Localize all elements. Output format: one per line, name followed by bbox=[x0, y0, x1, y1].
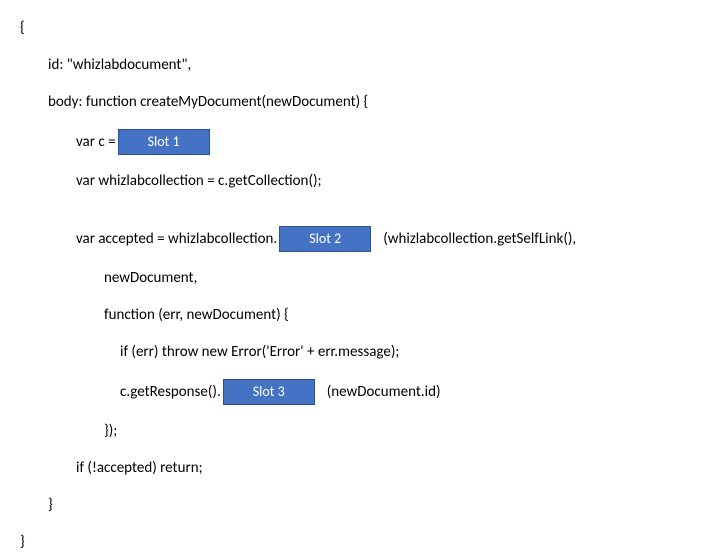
code-text: (newDocument.id) bbox=[327, 382, 441, 403]
code-line: { bbox=[20, 18, 696, 39]
code-line: newDocument, bbox=[20, 268, 696, 289]
code-line: } bbox=[20, 495, 696, 516]
code-text: }); bbox=[104, 421, 117, 442]
code-line: }); bbox=[20, 421, 696, 442]
code-text: (whizlabcollection.getSelfLink(), bbox=[383, 229, 576, 250]
code-text: newDocument, bbox=[104, 268, 197, 289]
code-text: } bbox=[48, 495, 53, 516]
code-text: { bbox=[20, 18, 25, 39]
code-text: var c = bbox=[76, 132, 116, 153]
slot-1[interactable]: Slot 1 bbox=[118, 129, 210, 155]
code-line: var c = Slot 1 bbox=[20, 129, 696, 155]
code-line: c.getResponse(). Slot 3 (newDocument.id) bbox=[20, 379, 696, 405]
code-line: id: "whizlabdocument", bbox=[20, 55, 696, 76]
code-line: if (!accepted) return; bbox=[20, 458, 696, 479]
code-block: { id: "whizlabdocument", body: function … bbox=[20, 18, 696, 553]
slot-3[interactable]: Slot 3 bbox=[223, 379, 315, 405]
code-text: if (!accepted) return; bbox=[76, 458, 203, 479]
code-text: var accepted = whizlabcollection. bbox=[76, 229, 277, 250]
code-text: c.getResponse(). bbox=[120, 382, 221, 403]
code-text: if (err) throw new Error('Error' + err.m… bbox=[120, 342, 399, 363]
slot-2[interactable]: Slot 2 bbox=[279, 226, 371, 252]
code-text: } bbox=[20, 532, 25, 553]
code-line: } bbox=[20, 532, 696, 553]
code-line: if (err) throw new Error('Error' + err.m… bbox=[20, 342, 696, 363]
code-line: var whizlabcollection = c.getCollection(… bbox=[20, 171, 696, 192]
code-text: var whizlabcollection = c.getCollection(… bbox=[76, 171, 322, 192]
code-line: body: function createMyDocument(newDocum… bbox=[20, 92, 696, 113]
code-text: id: "whizlabdocument", bbox=[48, 55, 191, 76]
code-line: function (err, newDocument) { bbox=[20, 305, 696, 326]
code-text: function (err, newDocument) { bbox=[104, 305, 289, 326]
code-text: body: function createMyDocument(newDocum… bbox=[48, 92, 368, 113]
code-line: var accepted = whizlabcollection. Slot 2… bbox=[20, 226, 696, 252]
